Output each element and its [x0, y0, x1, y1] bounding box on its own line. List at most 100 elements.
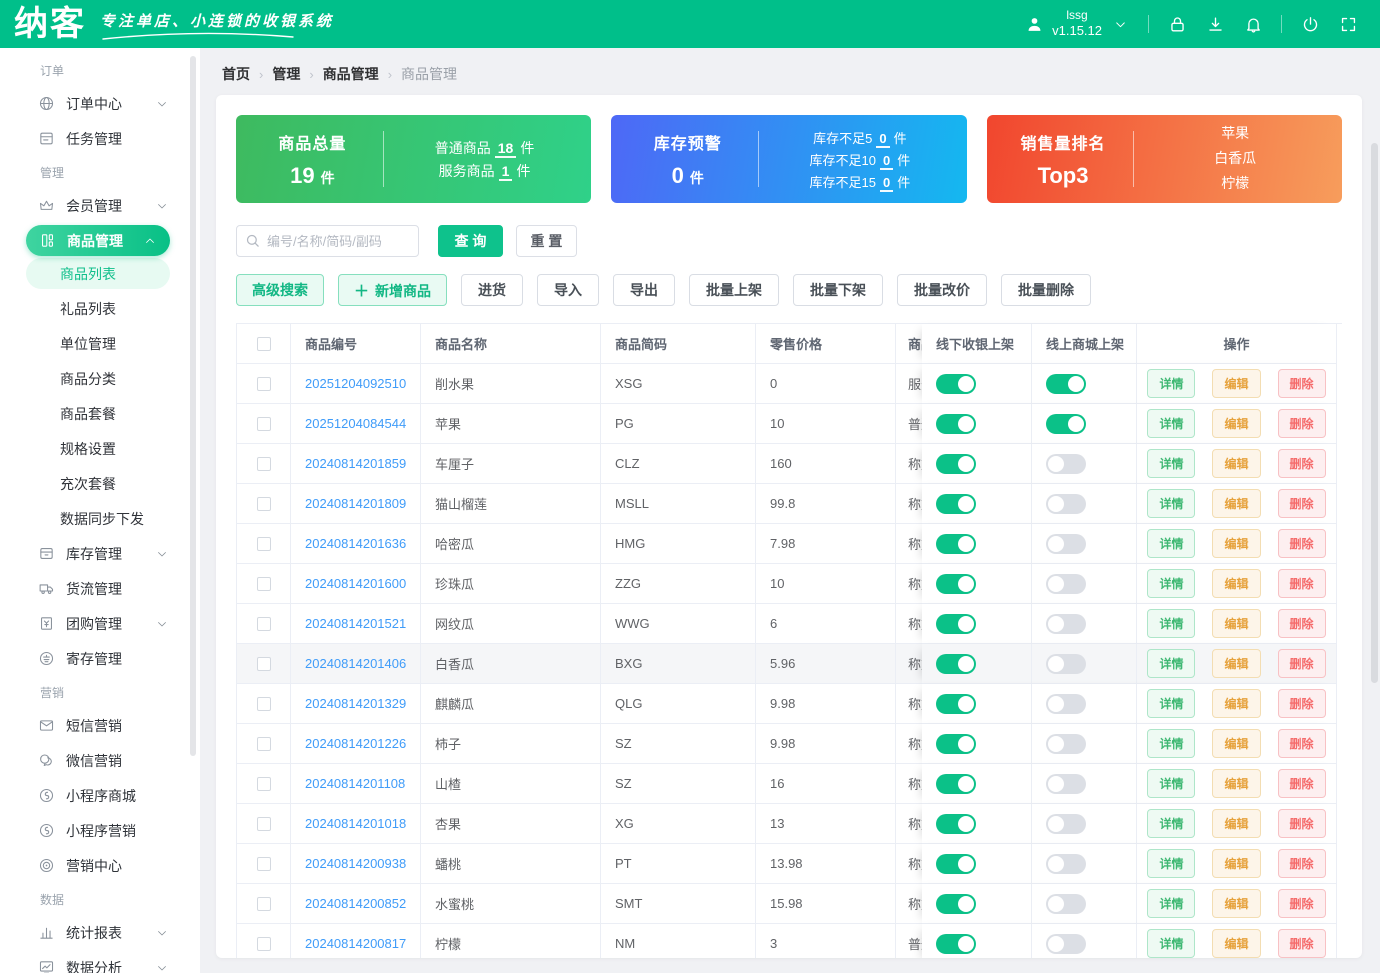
sidebar-item-logistics-management[interactable]: 货流管理 [0, 571, 200, 606]
online-shelf-toggle[interactable] [1046, 694, 1086, 714]
product-id-link[interactable]: 20240814201226 [305, 736, 406, 751]
product-id-link[interactable]: 20240814201809 [305, 496, 406, 511]
offline-shelf-toggle[interactable] [936, 894, 976, 914]
online-shelf-toggle[interactable] [1046, 934, 1086, 954]
edit-button[interactable]: 编辑 [1212, 849, 1260, 878]
sidebar-item-member-management[interactable]: 会员管理 [0, 188, 200, 223]
edit-button[interactable]: 编辑 [1212, 889, 1260, 918]
offline-shelf-toggle[interactable] [936, 694, 976, 714]
sidebar-item-marketing-center[interactable]: 营销中心 [0, 848, 200, 883]
breadcrumb-product-management[interactable]: 商品管理 [323, 64, 379, 84]
detail-button[interactable]: 详情 [1147, 449, 1195, 478]
sidebar-item-wechat-marketing[interactable]: 微信营销 [0, 743, 200, 778]
sidebar-item-inventory-management[interactable]: 库存管理 [0, 536, 200, 571]
sidebar-subitem-unit-management[interactable]: 单位管理 [0, 326, 200, 361]
row-checkbox[interactable] [257, 657, 271, 671]
product-id-link[interactable]: 20240814201108 [305, 776, 405, 791]
online-shelf-toggle[interactable] [1046, 414, 1086, 434]
sidebar-item-product-management[interactable]: 商品管理 [26, 225, 170, 256]
edit-button[interactable]: 编辑 [1212, 929, 1260, 958]
sidebar-item-deposit-management[interactable]: 寄存管理 [0, 641, 200, 676]
download-icon[interactable] [1205, 14, 1225, 34]
delete-button[interactable]: 删除 [1278, 809, 1326, 838]
delete-button[interactable]: 删除 [1278, 569, 1326, 598]
detail-button[interactable]: 详情 [1147, 889, 1195, 918]
detail-button[interactable]: 详情 [1147, 649, 1195, 678]
page-scrollbar[interactable] [1371, 143, 1378, 683]
select-all-checkbox[interactable] [257, 337, 271, 351]
online-shelf-toggle[interactable] [1046, 654, 1086, 674]
product-id-link[interactable]: 20240814201521 [305, 616, 406, 631]
query-button[interactable]: 查 询 [438, 225, 503, 257]
delete-button[interactable]: 删除 [1278, 729, 1326, 758]
edit-button[interactable]: 编辑 [1212, 729, 1260, 758]
row-checkbox[interactable] [257, 937, 271, 951]
offline-shelf-toggle[interactable] [936, 574, 976, 594]
detail-button[interactable]: 详情 [1147, 809, 1195, 838]
online-shelf-toggle[interactable] [1046, 614, 1086, 634]
lock-icon[interactable] [1167, 14, 1187, 34]
delete-button[interactable]: 删除 [1278, 689, 1326, 718]
sidebar-item-task-management[interactable]: 任务管理 [0, 121, 200, 156]
edit-button[interactable]: 编辑 [1212, 449, 1260, 478]
service-product-count-link[interactable]: 1 [499, 163, 513, 181]
offline-shelf-toggle[interactable] [936, 374, 976, 394]
delete-button[interactable]: 删除 [1278, 369, 1326, 398]
row-checkbox[interactable] [257, 417, 271, 431]
delete-button[interactable]: 删除 [1278, 849, 1326, 878]
toolbar-button[interactable]: 导入 [537, 274, 599, 306]
row-checkbox[interactable] [257, 377, 271, 391]
edit-button[interactable]: 编辑 [1212, 369, 1260, 398]
reset-button[interactable]: 重 置 [516, 225, 577, 257]
detail-button[interactable]: 详情 [1147, 849, 1195, 878]
toolbar-button[interactable]: 批量下架 [793, 274, 883, 306]
row-checkbox[interactable] [257, 777, 271, 791]
offline-shelf-toggle[interactable] [936, 934, 976, 954]
product-id-link[interactable]: 20240814201859 [305, 456, 406, 471]
edit-button[interactable]: 编辑 [1212, 809, 1260, 838]
online-shelf-toggle[interactable] [1046, 494, 1086, 514]
edit-button[interactable]: 编辑 [1212, 489, 1260, 518]
detail-button[interactable]: 详情 [1147, 409, 1195, 438]
online-shelf-toggle[interactable] [1046, 574, 1086, 594]
low-stock-10-link[interactable]: 0 [880, 153, 893, 170]
row-checkbox[interactable] [257, 577, 271, 591]
online-shelf-toggle[interactable] [1046, 534, 1086, 554]
edit-button[interactable]: 编辑 [1212, 409, 1260, 438]
delete-button[interactable]: 删除 [1278, 529, 1326, 558]
product-id-link[interactable]: 20251204092510 [305, 376, 406, 391]
sidebar-item-miniprogram-marketing[interactable]: 小程序营销 [0, 813, 200, 848]
online-shelf-toggle[interactable] [1046, 814, 1086, 834]
product-id-link[interactable]: 20251204084544 [305, 416, 406, 431]
add-product-button[interactable]: ＋新增商品 [338, 274, 447, 306]
delete-button[interactable]: 删除 [1278, 489, 1326, 518]
search-input[interactable] [236, 225, 419, 257]
row-checkbox[interactable] [257, 737, 271, 751]
product-id-link[interactable]: 20240814201329 [305, 696, 406, 711]
detail-button[interactable]: 详情 [1147, 369, 1195, 398]
offline-shelf-toggle[interactable] [936, 734, 976, 754]
detail-button[interactable]: 详情 [1147, 929, 1195, 958]
detail-button[interactable]: 详情 [1147, 489, 1195, 518]
offline-shelf-toggle[interactable] [936, 614, 976, 634]
offline-shelf-toggle[interactable] [936, 774, 976, 794]
delete-button[interactable]: 删除 [1278, 409, 1326, 438]
sidebar-subitem-product-list[interactable]: 商品列表 [26, 258, 170, 289]
detail-button[interactable]: 详情 [1147, 569, 1195, 598]
edit-button[interactable]: 编辑 [1212, 649, 1260, 678]
detail-button[interactable]: 详情 [1147, 529, 1195, 558]
low-stock-15-link[interactable]: 0 [880, 175, 893, 192]
toolbar-button[interactable]: 批量改价 [897, 274, 987, 306]
offline-shelf-toggle[interactable] [936, 654, 976, 674]
sidebar-item-sms-marketing[interactable]: 短信营销 [0, 708, 200, 743]
product-id-link[interactable]: 20240814200817 [305, 936, 406, 951]
sidebar-subitem-product-combo[interactable]: 商品套餐 [0, 396, 200, 431]
offline-shelf-toggle[interactable] [936, 854, 976, 874]
toolbar-button[interactable]: 批量上架 [689, 274, 779, 306]
row-checkbox[interactable] [257, 617, 271, 631]
delete-button[interactable]: 删除 [1278, 929, 1326, 958]
edit-button[interactable]: 编辑 [1212, 769, 1260, 798]
power-icon[interactable] [1300, 14, 1320, 34]
product-id-link[interactable]: 20240814201406 [305, 656, 406, 671]
row-checkbox[interactable] [257, 537, 271, 551]
